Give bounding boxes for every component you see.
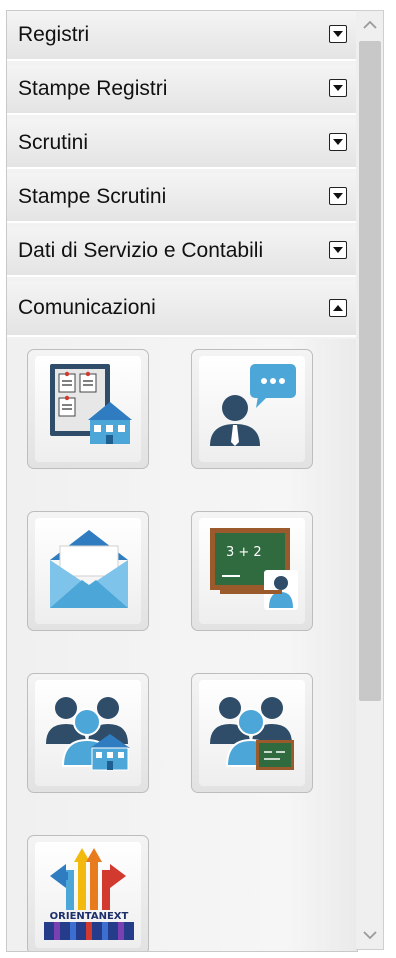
expand-toggle-icon[interactable] <box>329 25 347 43</box>
gruppi-lavagna-tile[interactable] <box>191 673 313 793</box>
section-label: Dati di Servizio e Contabili <box>18 239 264 262</box>
section-stampe-registri-header[interactable]: Stampe Registri <box>7 65 357 115</box>
section-stampe-scrutini-header[interactable]: Stampe Scrutini <box>7 173 357 223</box>
bulletin-board-school-icon <box>50 364 132 444</box>
envelope-icon <box>50 530 128 608</box>
collapse-toggle-icon[interactable] <box>329 299 347 317</box>
section-registri-header[interactable]: Registri <box>7 11 357 61</box>
scroll-up-arrow-icon[interactable] <box>356 11 384 39</box>
section-label: Registri <box>18 23 90 46</box>
side-menu-panel: Registri Stampe Registri Scrutini Stampe… <box>6 10 358 952</box>
section-dati-servizio-header[interactable]: Dati di Servizio e Contabili <box>7 227 357 277</box>
expand-toggle-icon[interactable] <box>329 79 347 97</box>
posta-tile[interactable] <box>27 511 149 631</box>
lavagna-tile[interactable]: 3 + 2 <box>191 511 313 631</box>
comunicazioni-content: 3 + 2 ORIENTANEXT <box>7 339 357 951</box>
vertical-scrollbar[interactable] <box>356 10 384 950</box>
section-comunicazioni-header[interactable]: Comunicazioni <box>7 281 357 337</box>
expand-toggle-icon[interactable] <box>329 241 347 259</box>
orientanext-tile[interactable]: ORIENTANEXT <box>27 835 149 951</box>
section-scrutini-header[interactable]: Scrutini <box>7 119 357 169</box>
group-school-icon <box>46 697 130 771</box>
scroll-down-arrow-icon[interactable] <box>356 921 384 949</box>
section-label: Stampe Scrutini <box>18 185 167 208</box>
section-label: Stampe Registri <box>18 77 168 100</box>
orientanext-logo-icon: ORIENTANEXT <box>44 848 134 940</box>
svg-text:3 + 2: 3 + 2 <box>226 545 262 560</box>
person-chat-icon <box>210 364 296 446</box>
expand-toggle-icon[interactable] <box>329 187 347 205</box>
section-label: Comunicazioni <box>18 296 156 319</box>
gruppi-scuola-tile[interactable] <box>27 673 149 793</box>
chalkboard-teacher-icon: 3 + 2 <box>210 528 298 610</box>
bacheca-tile[interactable] <box>27 349 149 469</box>
expand-toggle-icon[interactable] <box>329 133 347 151</box>
group-chalkboard-icon <box>210 697 294 770</box>
messaggi-tile[interactable] <box>191 349 313 469</box>
scrollbar-thumb[interactable] <box>359 41 381 701</box>
section-label: Scrutini <box>18 131 89 154</box>
logo-text: ORIENTANEXT <box>50 911 129 922</box>
